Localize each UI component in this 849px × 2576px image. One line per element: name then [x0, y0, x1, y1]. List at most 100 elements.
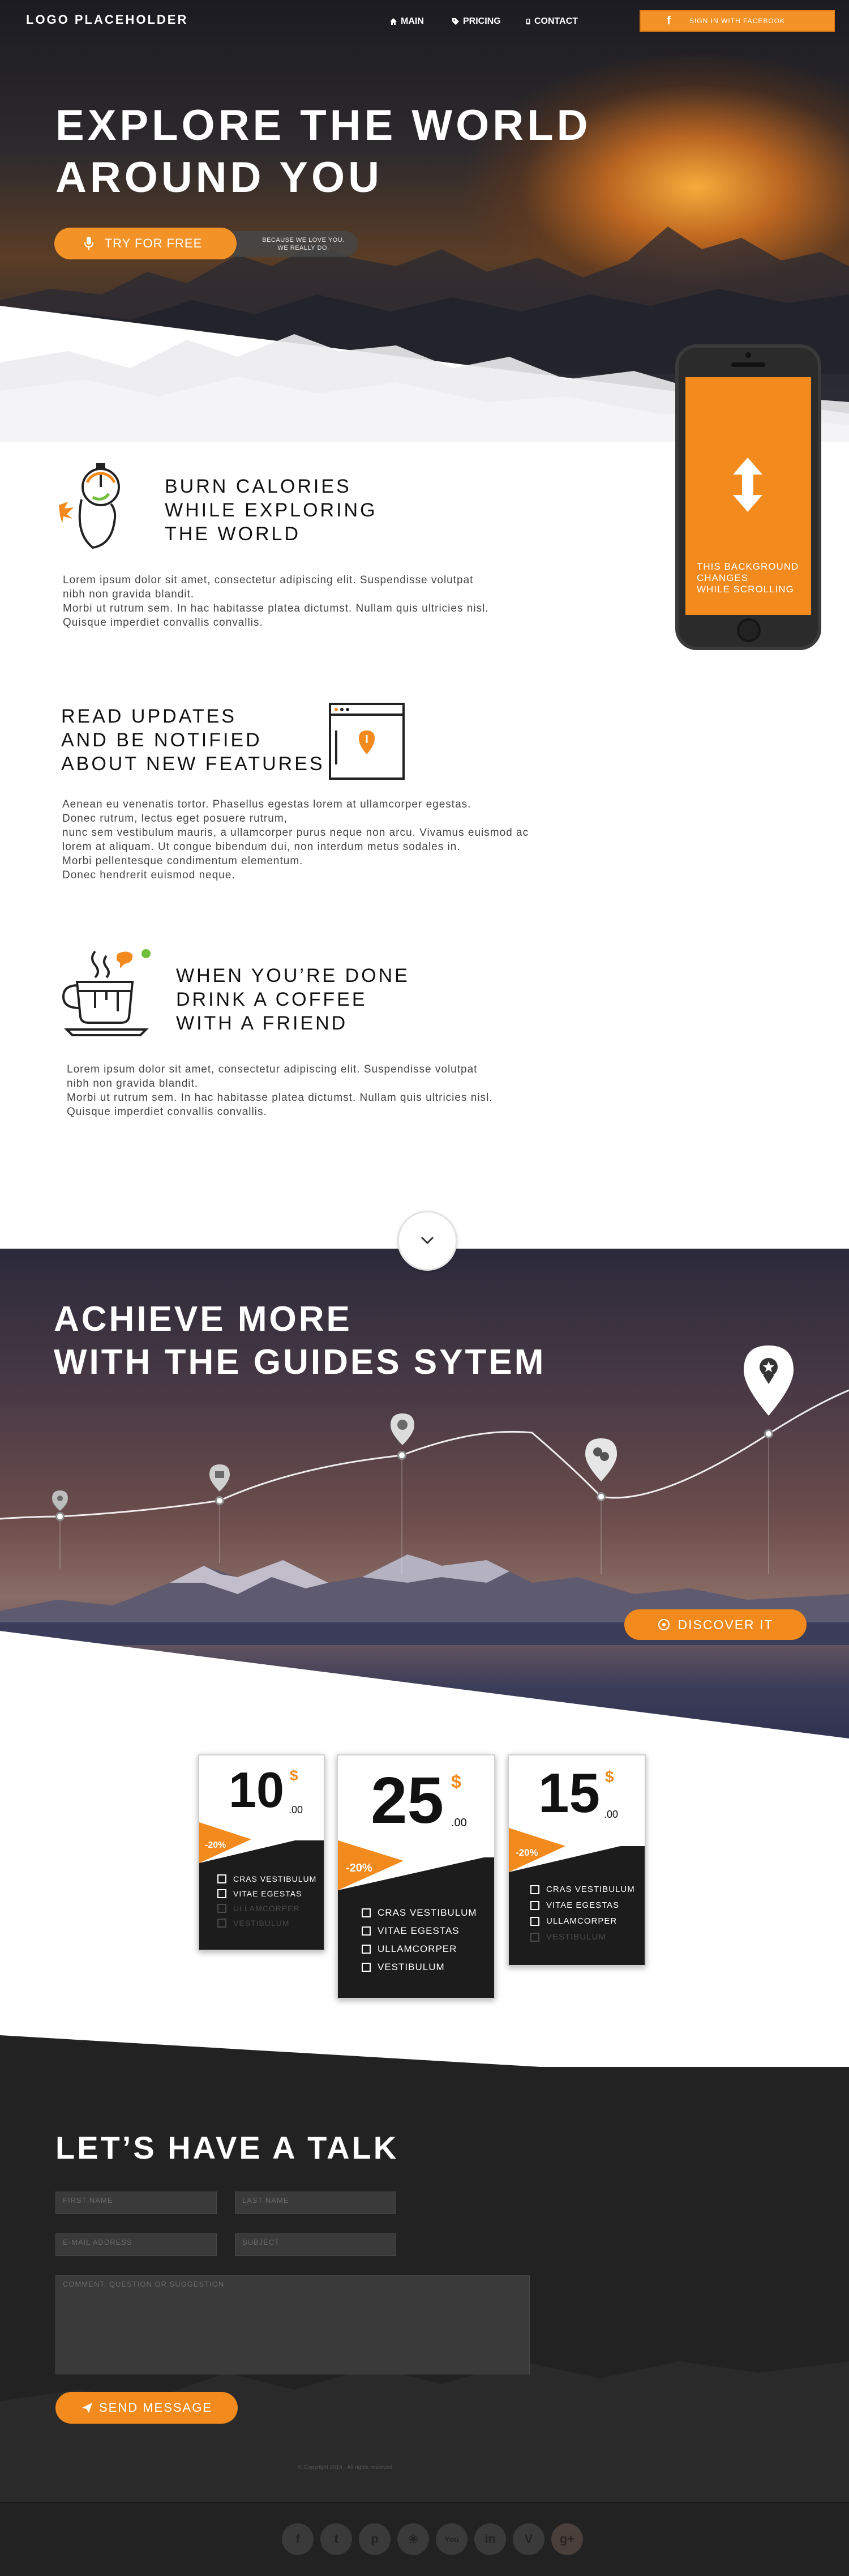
feature2-title-line2: AND BE NOTIFIED [61, 729, 262, 751]
paper-plane-icon [82, 2403, 92, 2413]
phone-screen-text: THIS BACKGROUND CHANGES WHILE SCROLLING [697, 561, 804, 595]
contact-diagonal-cut [0, 2035, 849, 2090]
linkedin-icon[interactable]: in [474, 2523, 506, 2555]
checkbox-icon [362, 1945, 371, 1954]
route-point-5[interactable] [764, 1429, 773, 1438]
logo[interactable]: LOGO PLACEHOLDER [26, 12, 188, 29]
feature2-title-line3: ABOUT NEW FEATURES [61, 753, 325, 775]
feature1-text-line1: Lorem ipsum dolor sit amet, consectetur … [63, 574, 474, 586]
copyright-text: © Copyright 2014 · All rights reserved [298, 2464, 393, 2471]
nav-main-label: MAIN [401, 16, 424, 26]
feature-item: ULLAMCORPER [362, 1943, 457, 1955]
pricing-card-basic[interactable]: 10 $ .00 -20% CRAS VESTIBULUM VITAE EGES… [198, 1754, 325, 1951]
feature-item: CRAS VESTIBULUM [530, 1885, 635, 1894]
discount-label: -20% [346, 1862, 372, 1874]
phone-speaker [731, 362, 765, 367]
feature3-text: Lorem ipsum dolor sit amet, consectetur … [67, 1062, 576, 1119]
try-for-free-label: TRY FOR FREE [104, 236, 203, 250]
price-amount: 15 [538, 1762, 601, 1824]
feature2-text-line2: Donec rutrum, lectus eget posuere rutrum… [62, 813, 288, 825]
twitter-icon[interactable]: ❀ [397, 2523, 429, 2555]
message-field[interactable]: COMMENT, QUESTION OR SUGGESTION [55, 2275, 530, 2374]
microphone-icon [84, 237, 93, 250]
price-currency: $ [451, 1771, 461, 1792]
first-name-field[interactable]: FIRST NAME [55, 2191, 217, 2214]
feature-item: VESTIBULUM [362, 1962, 445, 1973]
send-message-button[interactable]: SEND MESSAGE [55, 2392, 238, 2424]
cta-note-line2: WE REALLY DO. [277, 245, 329, 251]
feature3-title-line3: WITH A FRIEND [176, 1013, 348, 1034]
facebook-signin-button[interactable]: f SIGN IN WITH FACEBOOK [640, 10, 835, 32]
nav-main[interactable]: MAIN [389, 14, 424, 29]
route-point-4[interactable] [597, 1492, 606, 1501]
pinterest-icon[interactable]: p [359, 2523, 391, 2555]
map-pin-award-icon [744, 1345, 794, 1416]
feature-item: VITAE EGESTAS [217, 1889, 302, 1898]
feature3-title-line2: DRINK A COFFEE [176, 989, 367, 1010]
feature3-text-line2: nibh non gravida blandit. [67, 1078, 199, 1090]
feature3-text-line4: Quisque imperdiet convallis convallis. [67, 1106, 267, 1118]
checkbox-icon [530, 1885, 539, 1894]
home-icon [390, 18, 397, 25]
youtube-icon[interactable]: You [436, 2523, 468, 2555]
coffee-cup-icon [62, 949, 151, 1036]
feature-item-disabled: VESTIBULUM [217, 1919, 289, 1928]
map-pin-small-icon [52, 1490, 68, 1511]
phone-screen-line1: THIS BACKGROUND [697, 561, 799, 572]
guides-diagonal-cut [0, 1631, 849, 1750]
feature3-text-line3: Morbi ut rutrum sem. In hac habitasse pl… [67, 1092, 493, 1104]
route-point-2[interactable] [215, 1496, 224, 1505]
feature3-title-line1: WHEN YOU’RE DONE [176, 965, 410, 986]
facebook-signin-label: SIGN IN WITH FACEBOOK [689, 17, 785, 25]
feature1-text-line2: nibh non gravida blandit. [63, 588, 195, 600]
nav-contact[interactable]: CONTACT [525, 14, 578, 29]
map-pin-group-icon [585, 1438, 617, 1481]
map-pin-photo-icon [209, 1464, 230, 1492]
feature-item: CRAS VESTIBULUM [217, 1874, 316, 1883]
feature2-text-line6: Donec hendrerit euismod neque. [62, 869, 235, 881]
checkbox-icon [362, 1926, 371, 1936]
price-amount: 25 [371, 1763, 444, 1837]
last-name-field[interactable]: LAST NAME [235, 2191, 396, 2214]
email-field[interactable]: E-MAIL ADDRESS [55, 2233, 217, 2256]
feature2-text-line3: nunc sem vestibulum mauris, a ullamcorpe… [62, 827, 529, 839]
feature1-title-line1: BURN CALORIES [165, 476, 351, 497]
checkbox-icon [530, 1916, 539, 1926]
feature3-title: WHEN YOU’RE DONE DRINK A COFFEE WITH A F… [176, 964, 410, 1035]
scroll-down-button[interactable] [397, 1211, 457, 1271]
price-currency: $ [290, 1767, 298, 1784]
map-pin-food-icon [391, 1413, 414, 1445]
subject-field[interactable]: SUBJECT [235, 2233, 396, 2256]
feature2-title-line1: READ UPDATES [61, 706, 237, 727]
hero-title: EXPLORE THE WORLD AROUND YOU [55, 100, 678, 204]
route-point-1[interactable] [55, 1512, 65, 1521]
pricing-card-premium[interactable]: 25 $ .00 -20% CRAS VESTIBULUM VITAE EGES… [337, 1754, 495, 1999]
googleplus-icon[interactable]: g+ [551, 2523, 583, 2555]
feature-item-disabled: VESTIBULUM [530, 1932, 606, 1942]
checkbox-icon [217, 1904, 226, 1913]
tumblr-icon[interactable]: t [320, 2523, 352, 2555]
facebook-icon[interactable]: f [282, 2523, 314, 2555]
browser-notification-icon [329, 703, 405, 780]
discount-label: -20% [516, 1847, 538, 1858]
try-for-free-button[interactable]: TRY FOR FREE [54, 228, 237, 259]
feature2-title: READ UPDATES AND BE NOTIFIED ABOUT NEW F… [61, 704, 325, 776]
route-point-3[interactable] [397, 1451, 406, 1460]
price-cents: .00 [604, 1809, 619, 1820]
phone-icon [526, 19, 530, 24]
nav-pricing-label: PRICING [463, 16, 501, 26]
cta-note: BECAUSE WE LOVE YOU. WE REALLY DO. [233, 231, 358, 257]
guides-title-line1: ACHIEVE MORE [54, 1300, 352, 1339]
feature-item: ULLAMCORPER [530, 1916, 617, 1926]
checkbox-icon [362, 1908, 371, 1917]
chevron-down-icon [421, 1236, 434, 1245]
stopwatch-body-icon [59, 463, 120, 549]
top-navigation-bar: LOGO PLACEHOLDER MAIN PRICING CONTACT f … [0, 0, 849, 43]
vimeo-icon[interactable]: V [513, 2523, 544, 2555]
pricing-card-standard[interactable]: 15 $ .00 -20% CRAS VESTIBULUM VITAE EGES… [508, 1754, 646, 1966]
feature3-text-line1: Lorem ipsum dolor sit amet, consectetur … [67, 1063, 478, 1075]
feature2-text: Aenean eu venenatis tortor. Phasellus eg… [62, 797, 628, 882]
cta-note-line1: BECAUSE WE LOVE YOU. [262, 237, 345, 243]
nav-pricing[interactable]: PRICING [452, 14, 501, 29]
checkbox-icon [217, 1919, 226, 1928]
